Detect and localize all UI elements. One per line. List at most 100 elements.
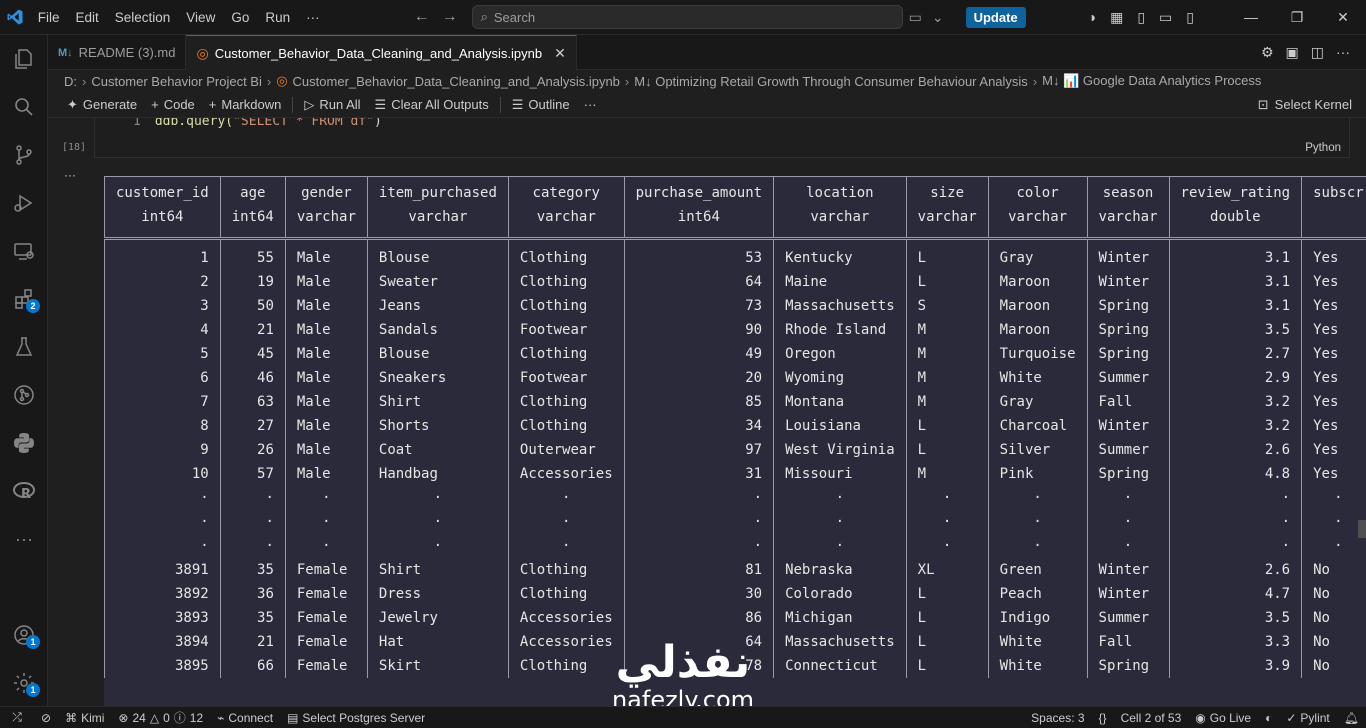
table-cell: Yes [1301, 342, 1366, 366]
breadcrumb-file[interactable]: Customer_Behavior_Data_Cleaning_and_Anal… [293, 74, 620, 89]
status-pylint[interactable]: ✓ Pylint [1279, 711, 1336, 725]
run-debug-icon[interactable] [0, 183, 48, 223]
remote-explorer-icon[interactable] [0, 231, 48, 271]
table-row: 3891 35 Female Shirt Clothing 81 Nebraska XL Gre… [104, 558, 1366, 582]
cell-language[interactable]: Python [1305, 142, 1341, 154]
copilot-icon[interactable]: ◑ [1088, 9, 1096, 25]
table-cell: Charcoal [987, 414, 1088, 438]
table-cell: 3892 [104, 582, 221, 606]
add-markdown-button[interactable]: + Markdown [202, 97, 289, 112]
activity-bar: 2 R ··· 1 1 [0, 35, 48, 706]
chevron-down-icon[interactable]: ⌄ [932, 9, 944, 26]
extensions-icon[interactable]: 2 [0, 279, 48, 319]
python-icon[interactable] [0, 423, 48, 463]
split-editor-icon[interactable]: ◫ [1311, 44, 1324, 61]
testing-icon[interactable] [0, 327, 48, 367]
header-row: customer_id age gender item_purchased catego… [104, 176, 1366, 205]
status-spaces[interactable]: Spaces: 3 [1024, 711, 1091, 725]
chat-icon[interactable]: ▭ [909, 9, 922, 26]
source-control-icon[interactable] [0, 135, 48, 175]
search-icon: ⌕ [480, 9, 488, 24]
run-all-button[interactable]: ▷ Run All [297, 97, 367, 113]
r-language-icon[interactable]: R [0, 471, 48, 511]
table-cell: 4 [104, 318, 221, 342]
status-postgres[interactable]: ▤ Select Postgres Server [280, 711, 432, 725]
accounts-icon[interactable]: 1 [0, 615, 48, 655]
variables-icon[interactable]: ▣ [1286, 44, 1299, 61]
error-icon: ⊗ [118, 710, 129, 725]
table-cell: Kentucky [773, 238, 907, 270]
status-notifications[interactable]: 🔔︎ [1337, 711, 1366, 725]
minimize-icon[interactable]: — [1228, 9, 1274, 26]
settings-gear-icon[interactable]: 1 [0, 663, 48, 703]
breadcrumb-drive[interactable]: D: [64, 74, 77, 89]
restore-icon[interactable]: ❐ [1274, 9, 1320, 26]
tab-notebook[interactable]: ◎ Customer_Behavior_Data_Cleaning_and_An… [186, 35, 577, 70]
explorer-icon[interactable] [0, 39, 48, 79]
column-header: item_purchased [366, 176, 509, 205]
forward-arrow-icon[interactable]: → [442, 8, 458, 26]
breadcrumb-folder[interactable]: Customer Behavior Project Bi [91, 74, 262, 89]
table-row: 3 50 Male Jeans Clothing 73 Massachusetts S Maro… [104, 294, 1366, 318]
customize-layout-icon[interactable]: ▦ [1110, 9, 1123, 26]
clear-outputs-button[interactable]: ☰ Clear All Outputs [368, 97, 496, 113]
column-header: category [507, 176, 625, 205]
status-kimi[interactable]: ⌘ Kimi [58, 711, 111, 725]
toggle-sidebar-icon[interactable]: ▯ [1137, 9, 1145, 26]
column-header: color [987, 176, 1088, 205]
breadcrumb-heading[interactable]: M↓ Optimizing Retail Growth Through Cons… [634, 74, 1028, 89]
status-golive[interactable]: ◉ Go Live [1188, 711, 1258, 725]
menu-run[interactable]: Run [257, 0, 298, 35]
golive-label: Go Live [1209, 710, 1252, 725]
ellipsis-row: · · · · · · · · · · · · [104, 510, 1366, 534]
select-kernel-button[interactable]: ⊡ Select Kernel [1251, 97, 1366, 113]
breadcrumb-subheading[interactable]: M↓ 📊 Google Data Analytics Process [1042, 73, 1261, 89]
code-end: ) [374, 118, 382, 129]
code-line[interactable]: 1 ddb.query("SELECT * FROM df") [133, 118, 382, 129]
ellipsis-cell: · [1086, 486, 1170, 510]
close-tab-icon[interactable]: ✕ [554, 45, 566, 62]
table-cell: Clothing [507, 342, 625, 366]
menu-selection[interactable]: Selection [107, 0, 179, 35]
toggle-secondary-sidebar-icon[interactable]: ▯ [1186, 9, 1194, 26]
table-cell: 19 [219, 270, 286, 294]
status-cell[interactable]: Cell 2 of 53 [1114, 711, 1189, 725]
generate-button[interactable]: ✦ Generate [60, 97, 144, 113]
column-type: int64 [623, 205, 775, 240]
more-views-icon[interactable]: ··· [0, 519, 48, 559]
status-right: Spaces: 3 {} Cell 2 of 53 ◉ Go Live ◐ ✓ … [1024, 711, 1366, 725]
table-cell: 46 [219, 366, 286, 390]
search-view-icon[interactable] [0, 87, 48, 127]
remote-indicator[interactable]: ⤮ [0, 710, 34, 725]
update-button[interactable]: Update [965, 6, 1026, 28]
code-cell[interactable]: 1 ddb.query("SELECT * FROM df") Python [94, 118, 1350, 158]
table-cell: White [987, 654, 1088, 678]
toolbar-more-button[interactable]: ··· [577, 97, 604, 112]
back-arrow-icon[interactable]: ← [414, 8, 430, 26]
tab-readme[interactable]: M↓ README (3).md [48, 35, 187, 70]
table-cell: Outerwear [507, 438, 625, 462]
menu-view[interactable]: View [178, 0, 223, 35]
scrollbar-thumb[interactable] [1358, 520, 1366, 538]
menu-edit[interactable]: Edit [67, 0, 106, 35]
gear-icon[interactable]: ⚙ [1261, 44, 1274, 61]
menu-go[interactable]: Go [223, 0, 257, 35]
more-actions-icon[interactable]: ··· [1336, 44, 1350, 60]
status-connect[interactable]: ⌁ Connect [210, 711, 280, 725]
chevron-right-icon: › [266, 73, 272, 89]
toggle-panel-icon[interactable]: ▭ [1159, 9, 1172, 26]
table-cell: Footwear [507, 366, 625, 390]
add-code-button[interactable]: + Code [144, 97, 202, 112]
git-graph-icon[interactable] [0, 375, 48, 415]
column-type: varchar [987, 205, 1088, 240]
output-more-icon[interactable]: ··· [64, 168, 76, 182]
search-input[interactable]: ⌕ Search [471, 5, 903, 29]
close-window-icon[interactable]: ✕ [1320, 9, 1366, 26]
status-copilot[interactable]: ◐ [1258, 711, 1279, 725]
status-formatter[interactable]: {} [1092, 711, 1114, 725]
status-extra[interactable]: ⊘ [34, 711, 58, 725]
status-problems[interactable]: ⊗ 24 △ 0 ⓘ 12 [111, 709, 210, 726]
menu-more[interactable]: ··· [298, 0, 328, 35]
outline-button[interactable]: ☰ Outline [505, 97, 577, 113]
menu-file[interactable]: File [30, 0, 68, 35]
